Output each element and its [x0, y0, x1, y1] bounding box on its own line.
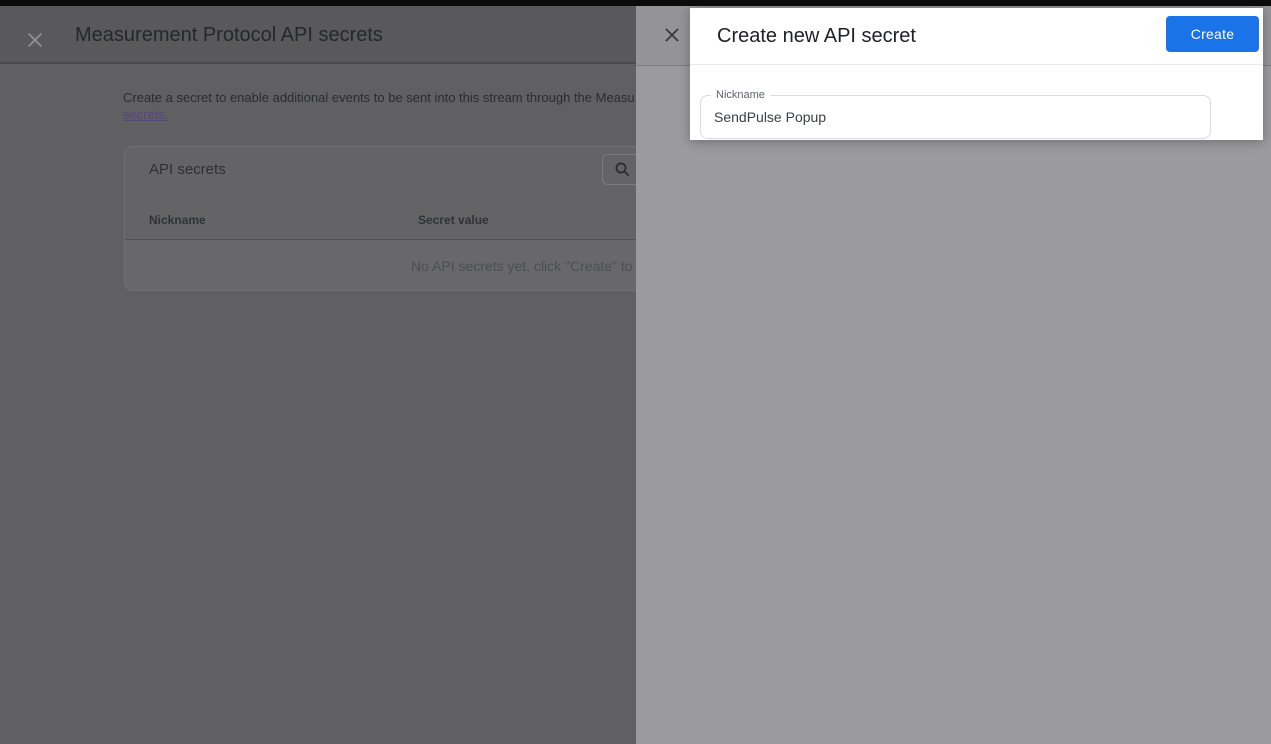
secrets-link[interactable]: secrets.	[123, 107, 169, 122]
nickname-field-label: Nickname	[711, 89, 770, 101]
create-button[interactable]: Create	[1166, 16, 1259, 52]
dialog-scrim: Create new API secret Create Nickname	[636, 0, 1271, 744]
empty-state-message: No API secrets yet, click "Create" to	[411, 240, 633, 291]
column-header-secret-value: Secret value	[418, 213, 489, 227]
card-title: API secrets	[149, 161, 226, 178]
nickname-field[interactable]: Nickname	[700, 95, 1211, 139]
close-icon	[26, 31, 44, 49]
empty-state-row: No API secrets yet, click "Create" to	[125, 240, 723, 291]
close-icon	[664, 27, 680, 43]
nickname-input[interactable]	[701, 96, 1210, 138]
dialog-close-button[interactable]	[661, 24, 683, 46]
description-text: Create a secret to enable additional eve…	[123, 90, 635, 105]
column-header-nickname: Nickname	[149, 213, 206, 227]
search-icon	[614, 161, 631, 178]
window-top-edge	[0, 0, 1271, 6]
screen: Measurement Protocol API secrets Create …	[0, 0, 1271, 744]
create-api-secret-dialog: Create new API secret Create Nickname	[690, 8, 1263, 140]
dialog-header: Create new API secret Create	[690, 8, 1263, 65]
dialog-title: Create new API secret	[717, 8, 916, 65]
underlay-close-button[interactable]	[24, 29, 46, 51]
underlay-panel-title: Measurement Protocol API secrets	[75, 6, 383, 64]
api-secrets-card: API secrets Nickname Secret value No API…	[124, 146, 724, 291]
